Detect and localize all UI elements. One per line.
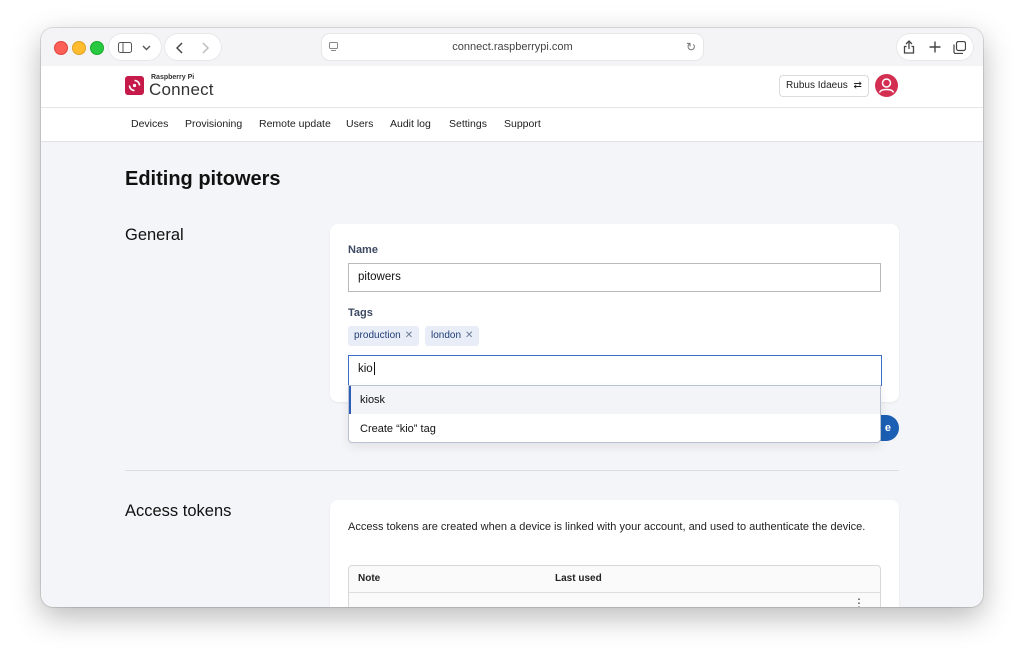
- row-menu-icon[interactable]: ⋮: [853, 596, 865, 607]
- remove-tag-icon[interactable]: ✕: [405, 330, 413, 341]
- tag-input[interactable]: kio: [348, 355, 882, 386]
- tag-chip-london: london ✕: [425, 326, 480, 346]
- history-nav-group: [165, 34, 221, 60]
- url-text: connect.raspberrypi.com: [452, 41, 573, 53]
- name-label: Name: [348, 244, 378, 256]
- section-divider: [125, 470, 899, 471]
- tabs-icon[interactable]: [953, 34, 967, 60]
- name-value: pitowers: [358, 271, 401, 283]
- tag-label: production: [354, 330, 401, 341]
- avatar[interactable]: [875, 74, 898, 97]
- nav-item-remote-update[interactable]: Remote update: [259, 108, 331, 141]
- suggestion-kiosk[interactable]: kiosk: [349, 386, 880, 414]
- brand-name[interactable]: Connect: [149, 80, 214, 100]
- column-header-note: Note: [358, 573, 381, 584]
- tag-input-value: kio: [358, 363, 373, 375]
- access-tokens-section-title: Access tokens: [125, 502, 232, 520]
- raspberry-pi-logo-icon[interactable]: [125, 76, 144, 95]
- tag-chip-production: production ✕: [348, 326, 420, 346]
- access-tokens-table: Note Last used ⋮: [348, 565, 881, 607]
- back-icon[interactable]: [175, 34, 183, 60]
- main-nav: Devices Provisioning Remote update Users…: [41, 107, 983, 142]
- nav-item-audit-log[interactable]: Audit log: [390, 108, 431, 141]
- create-tag-option[interactable]: Create “kio” tag: [349, 415, 880, 443]
- browser-toolbar: connect.raspberrypi.com ↻: [41, 28, 983, 66]
- account-switcher-button[interactable]: Rubus Idaeus ⇄: [779, 75, 869, 97]
- nav-item-users[interactable]: Users: [346, 108, 373, 141]
- switch-icon: ⇄: [853, 80, 862, 91]
- minimize-window-button[interactable]: [72, 41, 86, 55]
- nav-item-support[interactable]: Support: [504, 108, 541, 141]
- text-caret: [373, 362, 375, 376]
- zoom-window-button[interactable]: [90, 41, 104, 55]
- sidebar-toggle-group[interactable]: [109, 34, 161, 60]
- nav-item-devices[interactable]: Devices: [131, 108, 168, 141]
- save-button-label: e: [884, 422, 891, 434]
- close-window-button[interactable]: [54, 41, 68, 55]
- remove-tag-icon[interactable]: ✕: [465, 330, 473, 341]
- reload-icon[interactable]: ↻: [686, 34, 696, 60]
- table-header-divider: [349, 592, 880, 593]
- sidebar-icon[interactable]: [118, 34, 132, 60]
- browser-window: connect.raspberrypi.com ↻ Raspberry Pi C…: [41, 28, 983, 607]
- access-tokens-description: Access tokens are created when a device …: [348, 521, 866, 533]
- site-header: Raspberry Pi Connect Rubus Idaeus ⇄: [41, 66, 983, 107]
- column-header-last-used: Last used: [555, 573, 602, 584]
- general-section-title: General: [125, 226, 184, 244]
- page-title: Editing pitowers: [125, 168, 281, 190]
- chevron-down-icon[interactable]: [142, 34, 151, 60]
- share-icon[interactable]: [903, 34, 915, 60]
- tag-suggestions-dropdown: kiosk Create “kio” tag: [348, 385, 881, 443]
- name-field[interactable]: pitowers: [348, 263, 881, 292]
- nav-item-settings[interactable]: Settings: [449, 108, 487, 141]
- nav-item-provisioning[interactable]: Provisioning: [185, 108, 242, 141]
- tags-label: Tags: [348, 307, 373, 319]
- account-name: Rubus Idaeus: [786, 80, 848, 91]
- browser-actions: [897, 34, 973, 60]
- tag-label: london: [431, 330, 462, 341]
- forward-icon[interactable]: [202, 34, 210, 60]
- address-bar[interactable]: connect.raspberrypi.com ↻: [322, 34, 703, 60]
- new-tab-icon[interactable]: [929, 34, 941, 60]
